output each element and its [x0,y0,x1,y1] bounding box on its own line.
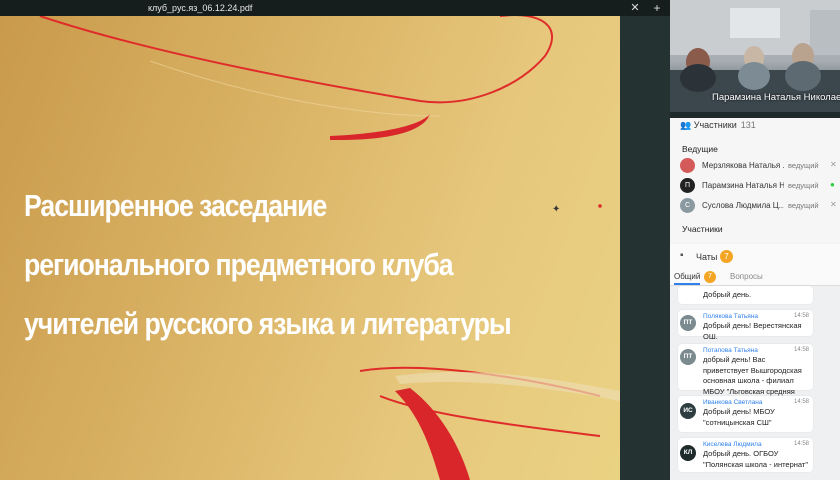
chat-message: КЛ Киселева Людмила 14:58 Добрый день. О… [678,438,813,472]
mic-off-icon[interactable]: ✕ [830,200,837,209]
svg-text:✦: ✦ [552,204,560,215]
tab-questions[interactable]: Вопросы [730,272,763,281]
avatar: ИС [680,403,696,419]
add-icon[interactable]: + [650,0,664,16]
chats-header[interactable]: ▪ Чаты 7 [670,244,840,268]
participants-panel: 👥 Участники 131 Ведущие Мерзлякова Наталь… [670,118,840,242]
chat-scrollbar[interactable] [833,286,836,476]
message-author: Киселева Людмила [703,441,762,448]
message-author: Потапова Татьяна [703,347,758,354]
chats-badge: 7 [720,250,733,263]
message-text: Добрый день! МБОУ "сотницынская СШ" [703,407,775,427]
app-window: клуб_рус.яз_06.12.24.pdf ✕ + ✦ Расширенн… [0,0,840,480]
chats-panel: ▪ Чаты 7 Общий 7 Вопросы Добрый день. ПТ… [670,244,840,480]
avatar: П [680,178,695,193]
avatar: ПТ [680,315,696,331]
participant-name: Суслова Людмила Ц... [702,201,784,210]
participant-row[interactable]: П Парамзина Наталья Н... ведущий ● [680,178,840,194]
slide-title-line: Расширенное заседание [24,188,327,223]
message-author: Полякова Татьяна [703,313,759,320]
avatar: С [680,198,695,213]
message-text: Добрый день. [703,290,752,299]
participant-row[interactable]: С Суслова Людмила Ц... ведущий ✕ [680,198,840,214]
tab-all[interactable]: Общий [674,272,701,285]
speaker-name: Парамзина Наталья Николаевна [712,92,840,103]
hosts-label: Ведущие [682,144,718,154]
message-time: 14:58 [793,441,809,447]
chat-message: ПТ Полякова Татьяна 14:58 Добрый день! В… [678,310,813,341]
presentation-side-strip [620,16,670,480]
slide: ✦ Расширенное заседание регионального пр… [0,16,620,480]
right-panel: Парамзина Наталья Николаевна 👥 Участники… [670,0,840,480]
slide-title-line: учителей русского языка и литературы [24,306,512,341]
slide-title-line: регионального предметного клуба [24,247,454,282]
participants-header[interactable]: 👥 Участники 131 [680,120,756,131]
users-icon: 👥 [680,120,692,130]
participant-role: ведущий [788,161,819,170]
video-feed[interactable]: Парамзина Наталья Николаевна [670,0,840,112]
participants-count: 131 [740,120,756,130]
file-name: клуб_рус.яз_06.12.24.pdf [148,3,253,13]
participant-name: Мерзлякова Наталья ... [702,161,784,170]
avatar [680,158,695,173]
slide-title: Расширенное заседание регионального пред… [24,176,523,353]
mic-off-icon[interactable]: ✕ [830,160,837,169]
avatar: КЛ [680,445,696,461]
chat-message: Добрый день. [678,286,813,304]
participant-role: ведущий [788,201,819,210]
chat-icon: ▪ [680,250,684,261]
participants-title: Участники [693,120,737,130]
tab-all-label: Общий [674,272,701,281]
message-author: Иванкова Светлана [703,399,763,406]
chats-title: Чаты [696,252,718,262]
message-text: Добрый день. ОГБОУ "Полянская школа - ин… [703,449,809,469]
avatar: ПТ [680,349,696,365]
message-text: Добрый день! Верестянская ОШ. [703,321,802,341]
presentation-titlebar: клуб_рус.яз_06.12.24.pdf ✕ + [0,0,670,16]
chat-tabs: Общий 7 Вопросы [670,268,840,286]
message-time: 14:58 [793,313,809,319]
chat-message: ПТ Потапова Татьяна 14:58 добрый день! В… [678,344,813,406]
mic-on-icon[interactable]: ● [830,180,835,189]
message-time: 14:58 [793,347,809,353]
close-icon[interactable]: ✕ [628,0,642,16]
presentation-panel: клуб_рус.яз_06.12.24.pdf ✕ + ✦ Расширенн… [0,0,670,480]
tab-all-badge: 7 [704,271,716,283]
participants-label: Участники [682,224,723,234]
chat-message: ИС Иванкова Светлана 14:58 Добрый день! … [678,396,813,432]
message-time: 14:58 [793,399,809,405]
participant-row[interactable]: Мерзлякова Наталья ... ведущий ✕ [680,158,840,174]
participant-name: Парамзина Наталья Н... [702,181,784,190]
participant-role: ведущий [788,181,819,190]
